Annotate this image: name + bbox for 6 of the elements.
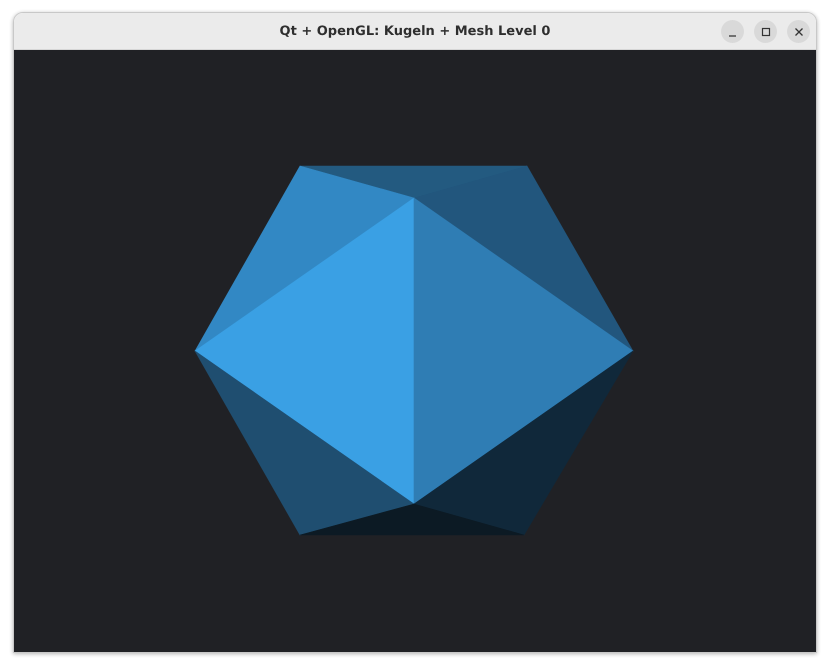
- window-title: Qt + OpenGL: Kugeln + Mesh Level 0: [280, 24, 550, 38]
- minimize-icon: [729, 34, 736, 36]
- maximize-icon: [760, 26, 770, 36]
- maximize-button[interactable]: [754, 20, 777, 43]
- close-button[interactable]: [787, 20, 810, 43]
- close-icon: [794, 26, 804, 36]
